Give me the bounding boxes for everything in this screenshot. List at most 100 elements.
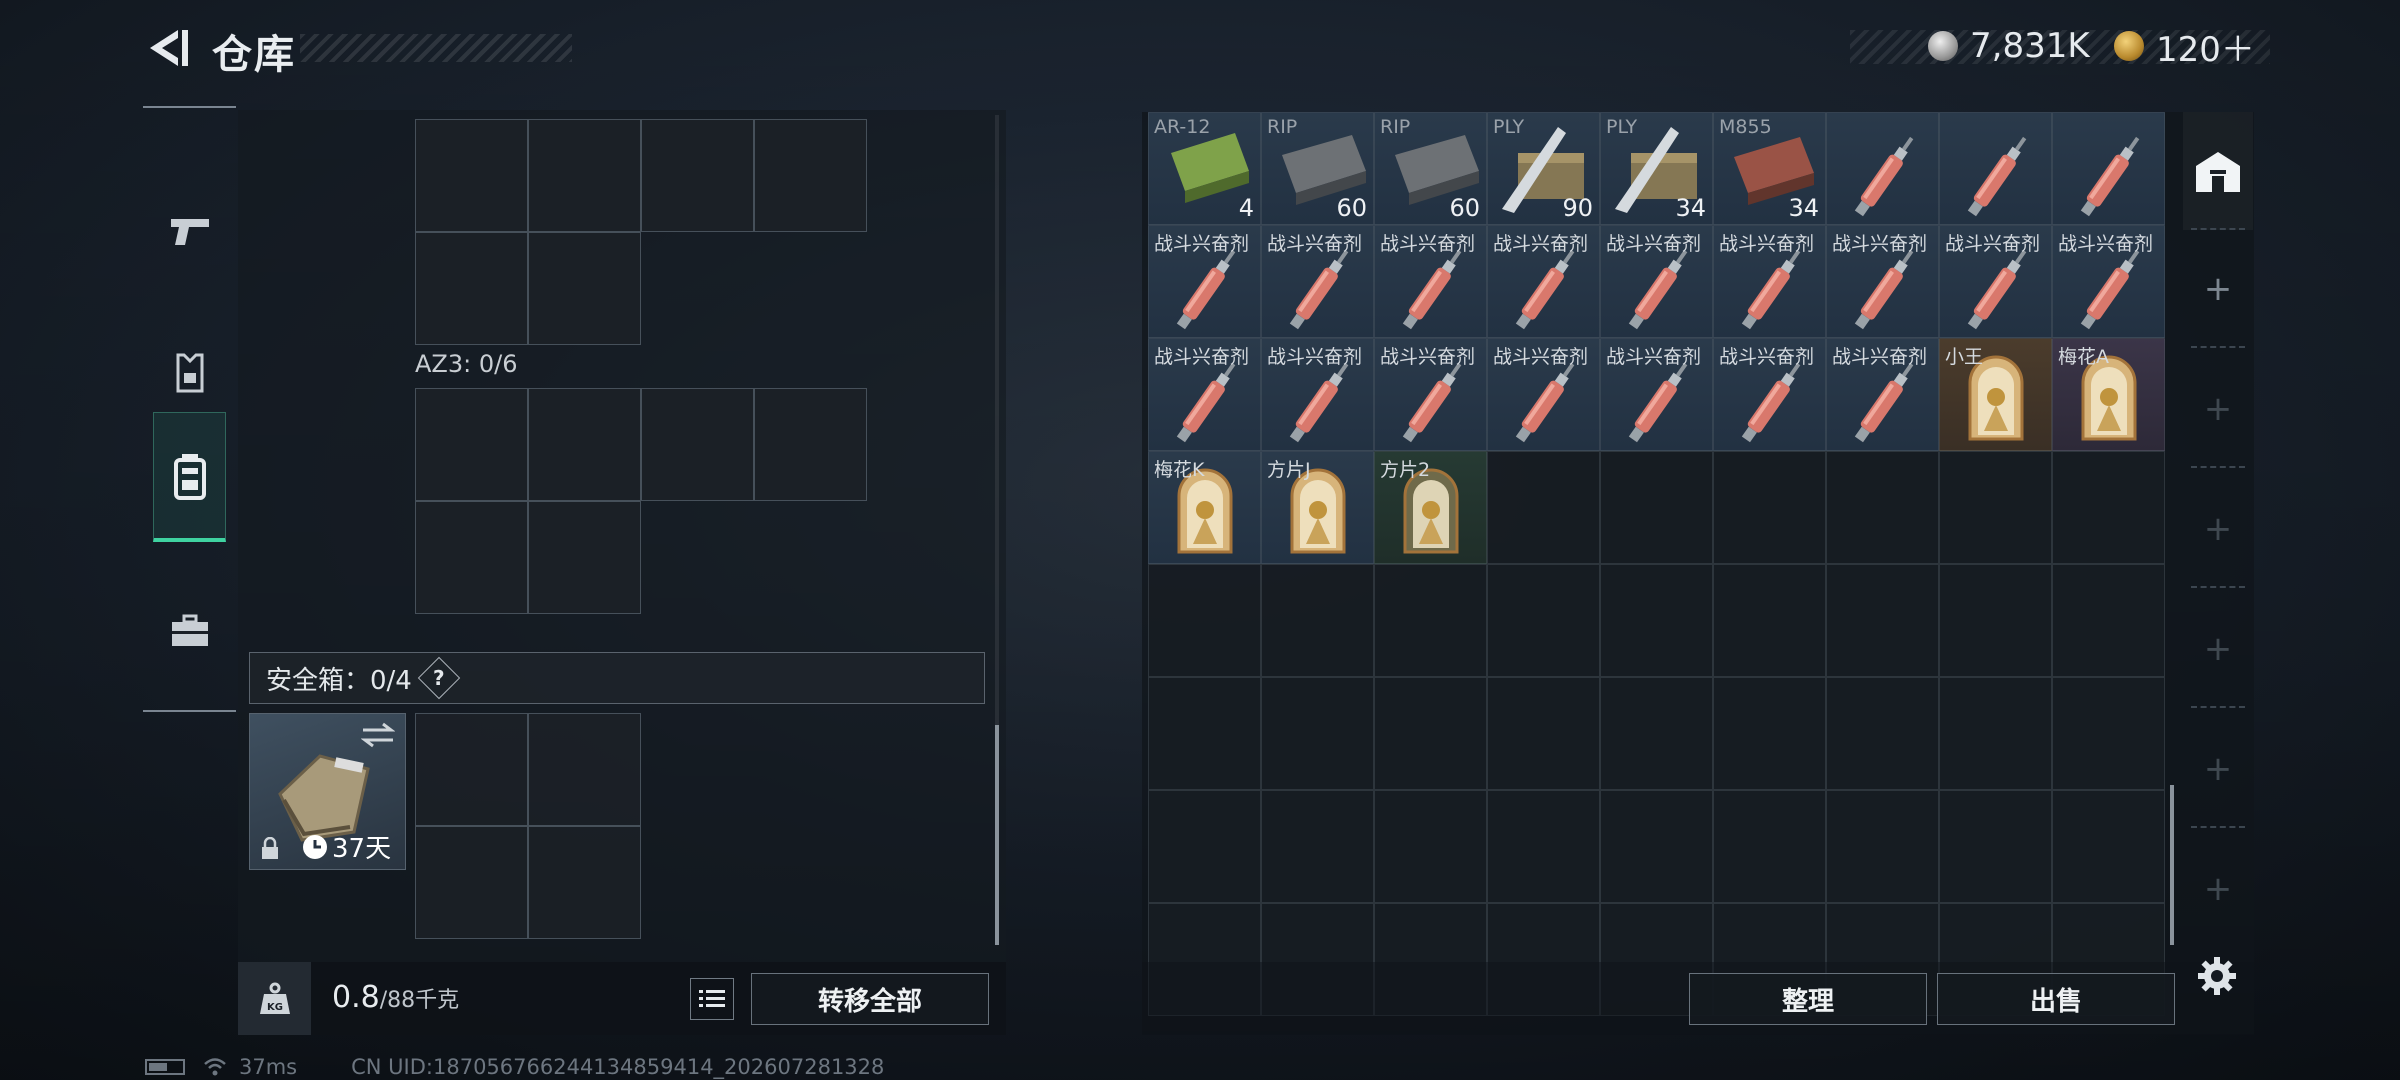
- stash-item[interactable]: 战斗兴奋剂: [2052, 225, 2165, 338]
- slot-cell[interactable]: [641, 119, 754, 232]
- stash-empty-cell[interactable]: [1261, 564, 1374, 677]
- stash-item[interactable]: 战斗兴奋剂: [1826, 225, 1939, 338]
- stash-item[interactable]: 方片J: [1261, 451, 1374, 564]
- stash-tab-add[interactable]: +: [2183, 590, 2253, 708]
- stash-item[interactable]: 战斗兴奋剂: [1261, 338, 1374, 451]
- stash-empty-cell[interactable]: [1826, 790, 1939, 903]
- stash-empty-cell[interactable]: [1148, 677, 1261, 790]
- stash-empty-cell[interactable]: [1713, 451, 1826, 564]
- scroll-thumb[interactable]: [995, 725, 999, 945]
- stash-empty-cell[interactable]: [1261, 790, 1374, 903]
- az3-slot-cell[interactable]: [415, 388, 528, 501]
- safebox-slot-cell[interactable]: [415, 826, 528, 939]
- stash-item[interactable]: 战斗兴奋剂: [1487, 338, 1600, 451]
- stash-empty-cell[interactable]: [1713, 677, 1826, 790]
- stash-empty-cell[interactable]: [1826, 451, 1939, 564]
- stash-item[interactable]: 战斗兴奋剂: [1600, 225, 1713, 338]
- stash-item[interactable]: 战斗兴奋剂: [1600, 338, 1713, 451]
- stash-item[interactable]: 战斗兴奋剂: [1148, 338, 1261, 451]
- az3-slot-cell[interactable]: [415, 501, 528, 614]
- stash-empty-cell[interactable]: [1600, 564, 1713, 677]
- stash-tab-add[interactable]: +: [2183, 350, 2253, 468]
- stash-tab-add[interactable]: +: [2183, 710, 2253, 828]
- stash-item[interactable]: 战斗兴奋剂: [1826, 338, 1939, 451]
- stash-item[interactable]: 梅花A: [2052, 338, 2165, 451]
- stash-item[interactable]: 梅花K: [1148, 451, 1261, 564]
- stash-empty-cell[interactable]: [1374, 564, 1487, 677]
- stash-item[interactable]: 战斗兴奋剂: [1148, 225, 1261, 338]
- stash-empty-cell[interactable]: [2052, 677, 2165, 790]
- back-arrow-icon[interactable]: [142, 26, 192, 70]
- stash-item[interactable]: 战斗兴奋剂: [1261, 225, 1374, 338]
- stash-empty-cell[interactable]: [1487, 790, 1600, 903]
- stash-empty-cell[interactable]: [2052, 564, 2165, 677]
- stash-empty-cell[interactable]: [1148, 564, 1261, 677]
- stash-item[interactable]: RIP 60: [1261, 112, 1374, 225]
- stash-item[interactable]: 战斗兴奋剂: [1713, 225, 1826, 338]
- slot-cell[interactable]: [415, 232, 528, 345]
- az3-slot-cell[interactable]: [754, 388, 867, 501]
- nav-toolbox[interactable]: [153, 566, 226, 696]
- stash-empty-cell[interactable]: [1826, 564, 1939, 677]
- stash-item[interactable]: 战斗兴奋剂: [1374, 338, 1487, 451]
- stash-empty-cell[interactable]: [1487, 564, 1600, 677]
- stash-empty-cell[interactable]: [1939, 677, 2052, 790]
- stash-empty-cell[interactable]: [1600, 451, 1713, 564]
- stash-tab-add[interactable]: +: [2183, 470, 2253, 588]
- stash-empty-cell[interactable]: [1148, 790, 1261, 903]
- stash-item[interactable]: 战斗兴奋剂: [1487, 225, 1600, 338]
- stash-item[interactable]: 战斗兴奋剂: [1713, 338, 1826, 451]
- stash-empty-cell[interactable]: [1713, 790, 1826, 903]
- safebox-item[interactable]: 37天: [249, 713, 406, 870]
- stash-item[interactable]: RIP 60: [1374, 112, 1487, 225]
- stash-empty-cell[interactable]: [1939, 451, 2052, 564]
- stash-item[interactable]: 方片2: [1374, 451, 1487, 564]
- stash-empty-cell[interactable]: [1487, 451, 1600, 564]
- stash-empty-cell[interactable]: [1939, 790, 2052, 903]
- stash-empty-cell[interactable]: [1600, 790, 1713, 903]
- organize-button[interactable]: 整理: [1689, 973, 1927, 1025]
- stash-empty-cell[interactable]: [2052, 451, 2165, 564]
- stash-empty-cell[interactable]: [2052, 790, 2165, 903]
- swap-icon[interactable]: [361, 722, 395, 748]
- slot-cell[interactable]: [528, 119, 641, 232]
- stash-empty-cell[interactable]: [1939, 564, 2052, 677]
- sell-button[interactable]: 出售: [1937, 973, 2175, 1025]
- slot-cell[interactable]: [754, 119, 867, 232]
- stash-scrollbar[interactable]: [2170, 785, 2174, 945]
- stash-item[interactable]: [1939, 112, 2052, 225]
- stash-item[interactable]: [2052, 112, 2165, 225]
- stash-tab-add[interactable]: +: [2183, 830, 2253, 948]
- loadout-scrollbar[interactable]: [995, 115, 999, 945]
- stash-empty-cell[interactable]: [1374, 790, 1487, 903]
- stash-item[interactable]: 战斗兴奋剂: [1939, 225, 2052, 338]
- gold-currency[interactable]: 120＋: [2114, 24, 2255, 70]
- slot-cell[interactable]: [528, 232, 641, 345]
- stash-empty-cell[interactable]: [1374, 677, 1487, 790]
- stash-empty-cell[interactable]: [1600, 677, 1713, 790]
- slot-cell[interactable]: [415, 119, 528, 232]
- safebox-slot-cell[interactable]: [528, 713, 641, 826]
- stash-item[interactable]: PLY 90: [1487, 112, 1600, 225]
- transfer-all-button[interactable]: 转移全部: [751, 973, 989, 1025]
- stash-empty-cell[interactable]: [1261, 677, 1374, 790]
- az3-slot-cell[interactable]: [528, 388, 641, 501]
- stash-empty-cell[interactable]: [1487, 677, 1600, 790]
- safebox-slot-cell[interactable]: [415, 713, 528, 826]
- nav-weapon[interactable]: [153, 166, 226, 296]
- stash-empty-cell[interactable]: [1713, 564, 1826, 677]
- settings-gear-icon[interactable]: [2196, 955, 2238, 997]
- nav-backpack[interactable]: [153, 412, 226, 542]
- safebox-slot-cell[interactable]: [528, 826, 641, 939]
- az3-slot-cell[interactable]: [641, 388, 754, 501]
- stash-item[interactable]: AR-12 4: [1148, 112, 1261, 225]
- list-view-button[interactable]: [690, 978, 734, 1020]
- stash-item[interactable]: PLY 34: [1600, 112, 1713, 225]
- stash-item[interactable]: [1826, 112, 1939, 225]
- stash-tab-add[interactable]: +: [2183, 230, 2253, 348]
- stash-tab-home[interactable]: [2183, 112, 2253, 230]
- stash-item[interactable]: 小王: [1939, 338, 2052, 451]
- help-icon[interactable]: ?: [417, 656, 461, 700]
- stash-item[interactable]: M855 34: [1713, 112, 1826, 225]
- stash-empty-cell[interactable]: [1826, 677, 1939, 790]
